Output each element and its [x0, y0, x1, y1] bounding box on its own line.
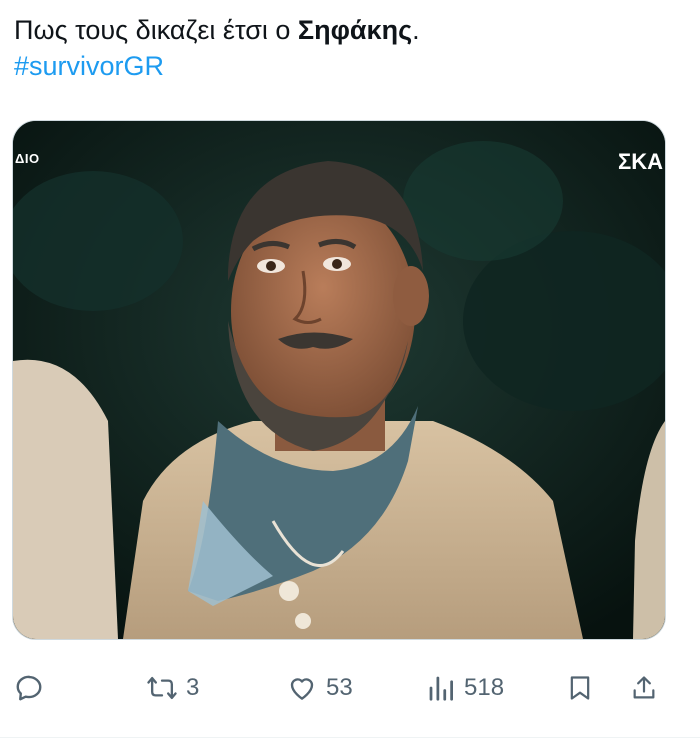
channel-logo-left: ΔΙΟ — [15, 151, 40, 166]
share-upload-icon — [633, 676, 655, 699]
tweet-media-image[interactable]: ΔΙΟ ΣΚΑ — [12, 120, 666, 640]
reply-bubble-icon — [16, 675, 42, 701]
bookmark-icon — [570, 676, 590, 700]
hashtag-link[interactable]: #survivorGR — [14, 51, 164, 81]
tweet-text-prefix: Πως τους δικαζει έτσι ο — [14, 15, 298, 45]
like-button[interactable]: 53 — [286, 660, 353, 716]
retweet-icon — [147, 676, 177, 700]
heart-icon — [290, 678, 314, 700]
like-count: 53 — [326, 674, 353, 701]
retweet-button[interactable]: 3 — [146, 660, 199, 716]
views-button[interactable]: 518 — [426, 660, 504, 716]
tweet-text-suffix: . — [412, 15, 420, 45]
tweet-action-bar: 3 53 518 — [0, 660, 700, 716]
views-count: 518 — [464, 674, 505, 701]
reply-button[interactable] — [14, 660, 44, 716]
bookmark-button[interactable] — [566, 660, 594, 716]
share-button[interactable] — [630, 660, 658, 716]
tweet-text: Πως τους δικαζει έτσι ο Σηφάκης. #survivo… — [14, 12, 420, 84]
retweet-count: 3 — [186, 674, 200, 701]
channel-logo-right: ΣΚΑ — [618, 149, 663, 174]
divider — [0, 737, 700, 738]
media-photo-illustration — [13, 121, 665, 639]
tweet-text-bold-name: Σηφάκης — [297, 15, 413, 45]
bar-chart-icon — [429, 676, 453, 701]
